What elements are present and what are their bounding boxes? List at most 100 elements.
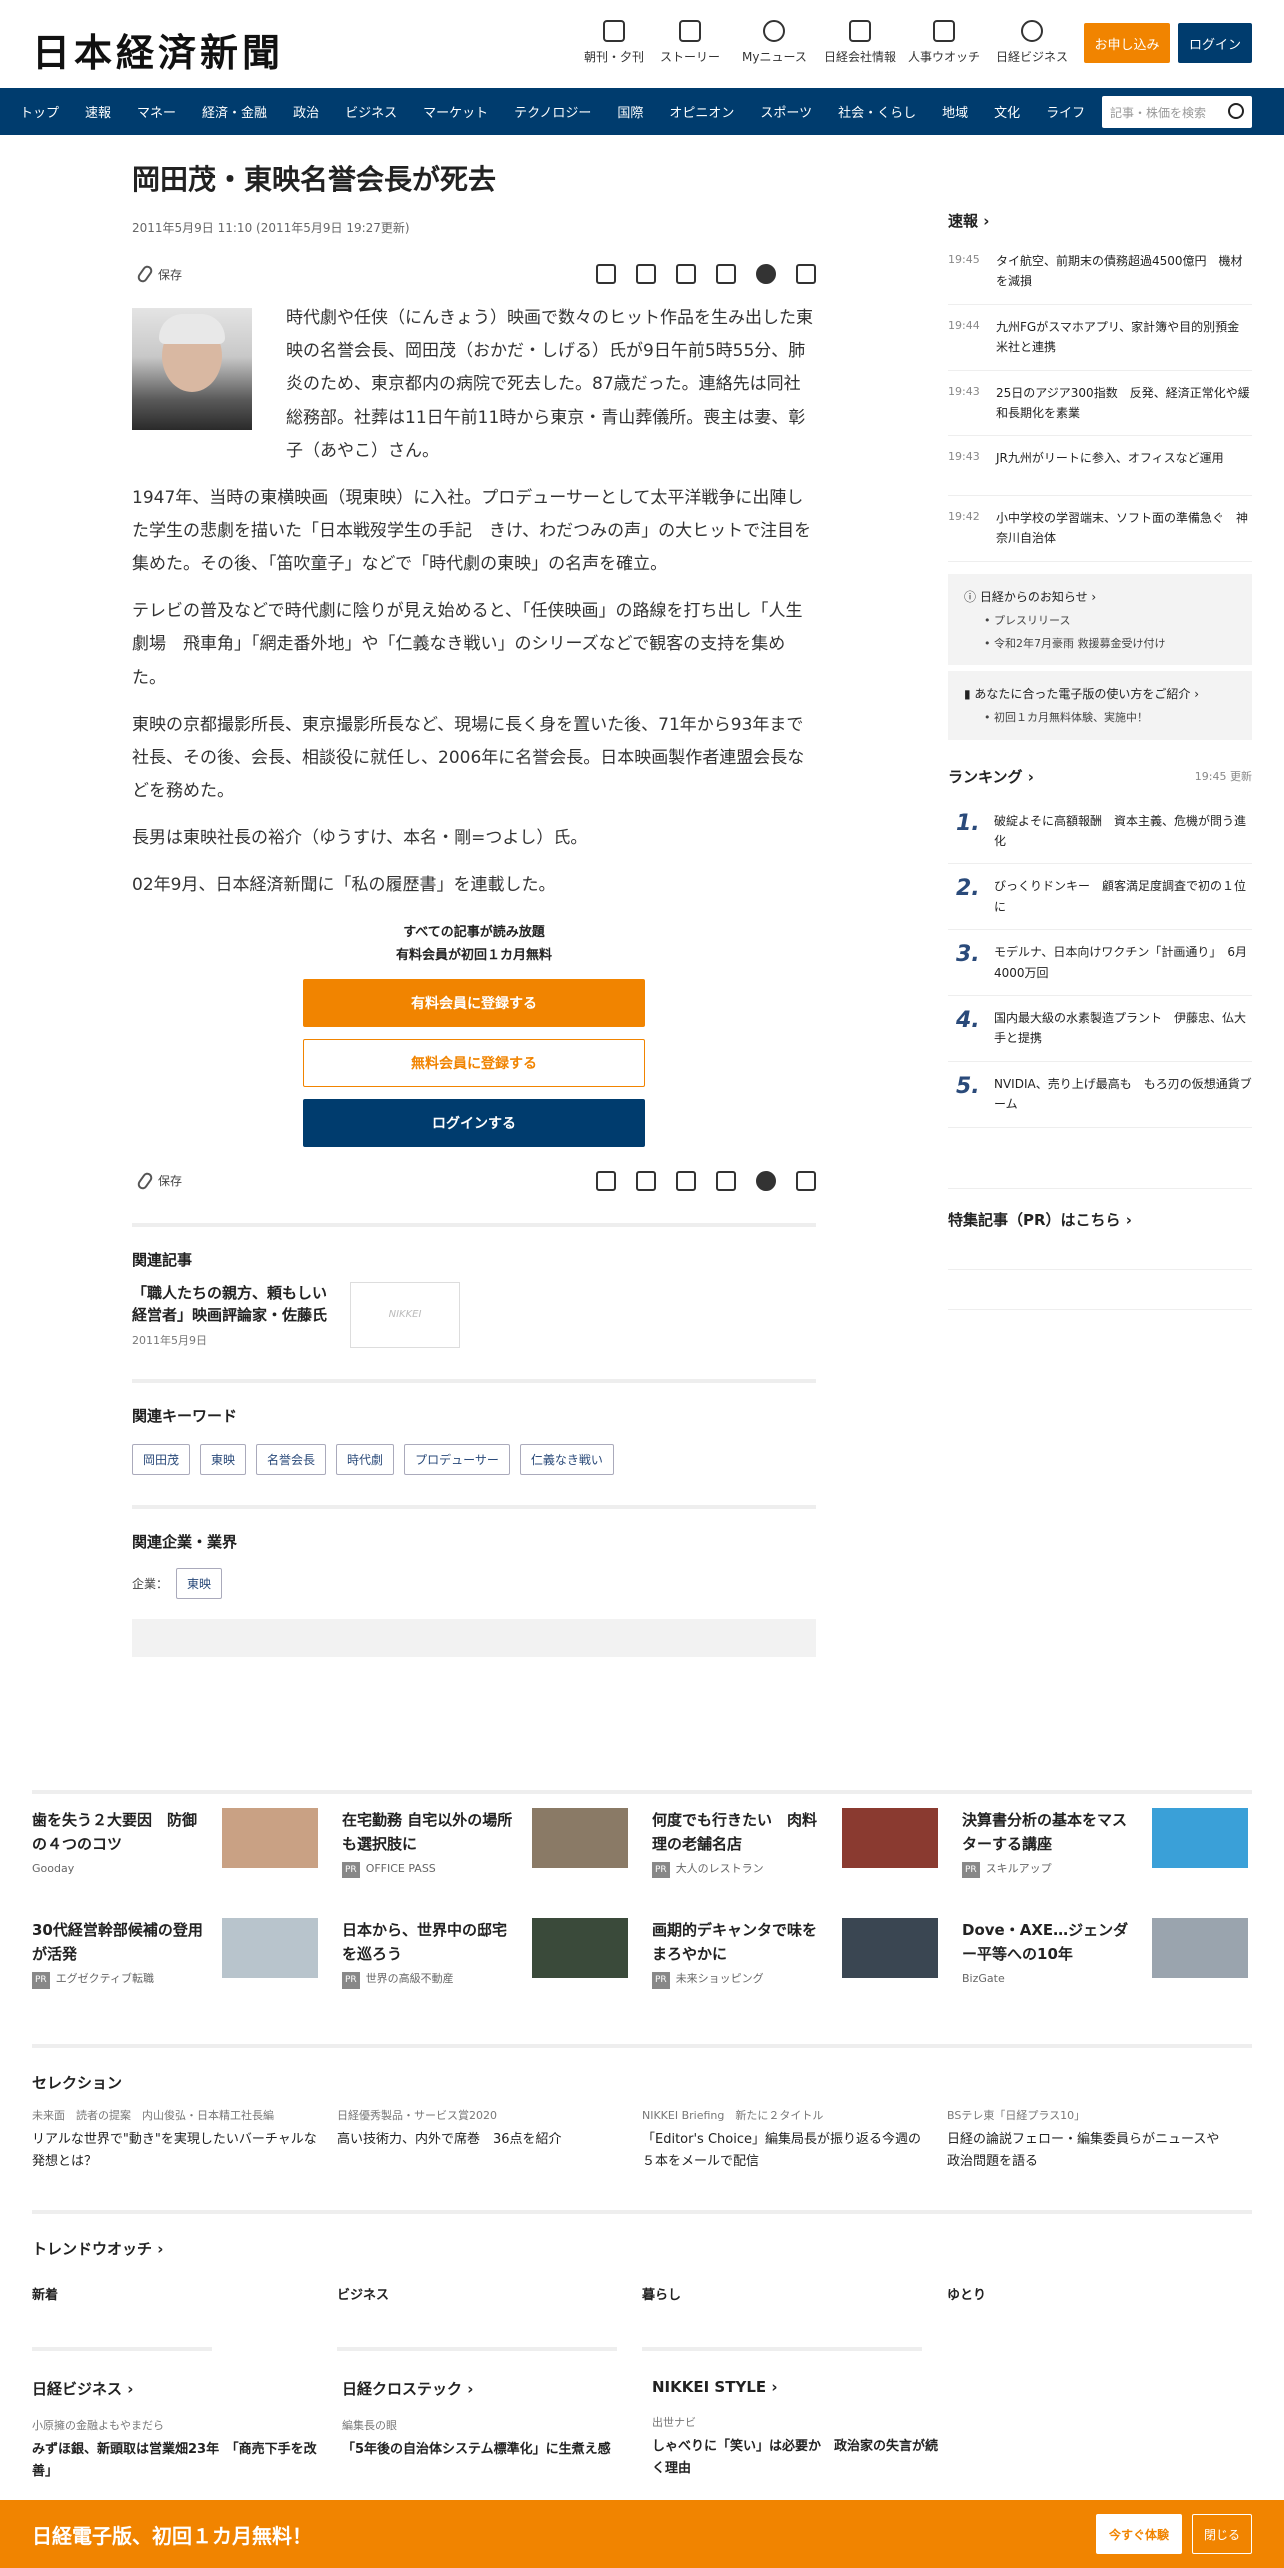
paragraph: 長男は東映社長の裕介（ゆうすけ、本名・剛=つよし）氏。 bbox=[132, 828, 588, 849]
save-button[interactable]: 保存 bbox=[135, 263, 182, 285]
print-icon[interactable] bbox=[596, 264, 616, 285]
related-article-link[interactable]: 「職人たちの親方、頼もしい経営者」映画評論家・佐藤氏 2011年5月9日 NIKK… bbox=[132, 1281, 816, 1350]
promo-card[interactable]: 画期的デキャンタで味をまろやかに PR 未来ショッピング bbox=[652, 1918, 962, 1989]
flash-news-item[interactable]: 19:43 JR九州がリートに参入、オフィスなど運用 bbox=[948, 448, 1252, 496]
promo-card[interactable]: 歯を失う２大要因 防御の４つのコツ Gooday bbox=[32, 1808, 342, 1878]
company-tag[interactable]: 東映 bbox=[176, 1568, 223, 1600]
mail-icon[interactable] bbox=[636, 1170, 656, 1191]
article-title: 岡田茂・東映名誉会長が死去 bbox=[132, 163, 497, 196]
promo-image bbox=[532, 1918, 628, 1979]
ranking-item[interactable]: 5. NVIDIA、売り上げ最高も もろ刃の仮想通貨ブーム bbox=[948, 1062, 1252, 1128]
flash-news-item[interactable]: 19:44 九州FGがスマホアプリ、家計簿や目的別預金 米社と連携 bbox=[948, 317, 1252, 371]
login-button[interactable]: ログイン bbox=[1178, 23, 1252, 63]
apply-button[interactable]: お申し込み bbox=[1084, 23, 1170, 63]
flash-news-item[interactable]: 19:45 タイ航空、前期末の債務超過4500億円 機材を減損 bbox=[948, 251, 1252, 305]
ranking-item[interactable]: 4. 国内最大級の水素製造プラント 伊藤忠、仏大手と提携 bbox=[948, 996, 1252, 1062]
keyword-tag[interactable]: 仁義なき戦い bbox=[519, 1444, 614, 1476]
keyword-tag[interactable]: プロデューサー bbox=[404, 1444, 510, 1476]
register-free-button[interactable]: 無料会員に登録する bbox=[303, 1038, 645, 1087]
gnav-item[interactable]: マネー bbox=[137, 102, 176, 121]
gnav-item[interactable]: トップ bbox=[20, 102, 59, 121]
share-icon[interactable] bbox=[796, 264, 816, 285]
mail-icon[interactable] bbox=[636, 264, 656, 285]
flash-news-item[interactable]: 19:42 小中学校の学習端末、ソフト面の準備急ぐ 神奈川自治体 bbox=[948, 508, 1252, 562]
header-nav-jinji[interactable]: 人事ウオッチ bbox=[908, 20, 980, 65]
ranking-heading[interactable]: ランキング bbox=[948, 766, 1034, 787]
gnav-item[interactable]: 国際 bbox=[617, 102, 643, 121]
twitter-icon[interactable] bbox=[716, 264, 736, 285]
paywall-login-button[interactable]: ログインする bbox=[303, 1098, 645, 1147]
paragraph: テレビの普及などで時代劇に陰りが見え始めると、「任侠映画」の路線を打ち出し「人生… bbox=[132, 601, 803, 688]
promo-card[interactable]: 在宅勤務 自宅以外の場所も選択肢に PR OFFICE PASS bbox=[342, 1808, 652, 1879]
keywords-heading: 関連キーワード bbox=[132, 1407, 238, 1426]
gnav-item[interactable]: マーケット bbox=[423, 102, 488, 121]
share-icon[interactable] bbox=[796, 1170, 816, 1191]
ranking-item[interactable]: 3. モデルナ、日本向けワクチン「計画通り」 6月4000万回 bbox=[948, 930, 1252, 997]
header-nav-mynews[interactable]: Myニュース bbox=[742, 20, 807, 65]
promo-card[interactable]: Dove・AXE…ジェンダー平等への10年 BizGate bbox=[962, 1918, 1272, 1988]
facebook-icon[interactable] bbox=[756, 264, 776, 285]
header-nav-paper[interactable]: 朝刊・夕刊 bbox=[584, 20, 644, 65]
notice-item[interactable]: • 令和2年7月豪雨 救援募金受け付け bbox=[984, 636, 1236, 651]
gnav-item[interactable]: 経済・金融 bbox=[202, 102, 267, 121]
promo-card[interactable]: 日本から、世界中の邸宅を巡ろう PR 世界の高級不動産 bbox=[342, 1918, 652, 1989]
notice-heading[interactable]: ⓘ 日経からのお知らせ › bbox=[964, 588, 1236, 605]
guide-heading[interactable]: ▮ あなたに合った電子版の使い方をご紹介 › bbox=[964, 685, 1236, 702]
gnav-item[interactable]: 政治 bbox=[293, 102, 319, 121]
promo-card[interactable]: 30代経営幹部候補の登用が活発 PR エグゼクティブ転職 bbox=[32, 1918, 342, 1989]
gnav-item[interactable]: 社会・くらし bbox=[838, 102, 916, 121]
gnav-item[interactable]: 速報 bbox=[85, 102, 111, 121]
keyword-tag[interactable]: 岡田茂 bbox=[132, 1444, 191, 1476]
media-item[interactable]: NIKKEI STYLE › 出世ナビ しゃべりに「笑い」は必要か 政治家の失言が続… bbox=[652, 2378, 962, 2483]
header-nav-company[interactable]: 日経会社情報 bbox=[824, 20, 896, 65]
promo-image bbox=[222, 1918, 318, 1979]
close-banner-button[interactable]: 閉じる bbox=[1192, 2514, 1252, 2554]
flash-news-list: 19:45 タイ航空、前期末の債務超過4500億円 機材を減損 19:44 九州FG… bbox=[948, 251, 1252, 562]
flash-news-heading[interactable]: 速報 bbox=[948, 210, 1252, 231]
special-pr-heading[interactable]: 特集記事（PR）はこちら bbox=[948, 1209, 1252, 1230]
nikkei-logo[interactable]: 日本経済新聞 bbox=[32, 22, 284, 77]
gnav-item[interactable]: テクノロジー bbox=[514, 102, 591, 121]
media-item[interactable]: 日経ビジネス › 小原擁の金融よもやまだら みずほ銀、新頭取は営業畑23年 「商売下… bbox=[32, 2378, 342, 2483]
selection-item[interactable]: BSテレ東「日経プラス10」 日経の論説フェロー・編集委員らがニュースや政治問題を… bbox=[947, 2107, 1252, 2173]
media-item[interactable]: 日経クロステック › 編集長の眼 「5年後の自治体システム標準化」に生煮え感 bbox=[342, 2378, 652, 2483]
gnav-item[interactable]: 地域 bbox=[942, 102, 968, 121]
scrap-icon[interactable] bbox=[676, 1170, 696, 1191]
selection-item[interactable]: 未来面 読者の提案 内山俊弘・日本精工社長編 リアルな世界で"動き"を実現したいバ… bbox=[32, 2107, 337, 2173]
flash-news-item[interactable]: 19:43 25日のアジア300指数 反発、経済正常化や緩和長期化を素業 bbox=[948, 383, 1252, 437]
gnav-item[interactable]: オピニオン bbox=[669, 102, 734, 121]
gnav-item[interactable]: ライフ bbox=[1046, 102, 1085, 121]
keyword-tag[interactable]: 東映 bbox=[200, 1444, 247, 1476]
save-button[interactable]: 保存 bbox=[135, 1170, 182, 1191]
ranking-item[interactable]: 2. びっくりドンキー 顧客満足度調査で初の１位に bbox=[948, 864, 1252, 931]
trend-tab[interactable]: ビジネス bbox=[337, 2279, 642, 2352]
promo-image bbox=[532, 1808, 628, 1868]
keyword-tag[interactable]: 時代劇 bbox=[336, 1444, 395, 1476]
keyword-tag[interactable]: 名誉会長 bbox=[256, 1444, 327, 1476]
gnav-item[interactable]: 文化 bbox=[994, 102, 1020, 121]
search-icon[interactable] bbox=[1228, 103, 1244, 119]
header-nav-story[interactable]: ストーリー bbox=[660, 20, 720, 65]
selection-item[interactable]: NIKKEI Briefing 新たに２タイトル 「Editor's Choice… bbox=[642, 2107, 947, 2173]
trend-tab[interactable]: 暮らし bbox=[642, 2279, 947, 2352]
register-paid-button[interactable]: 有料会員に登録する bbox=[303, 978, 645, 1027]
try-now-button[interactable]: 今すぐ体験 bbox=[1096, 2514, 1182, 2554]
notice-item[interactable]: • プレスリリース bbox=[984, 613, 1236, 628]
search-input[interactable]: 記事・株価を検索 bbox=[1102, 96, 1252, 128]
gnav-item[interactable]: スポーツ bbox=[760, 102, 812, 121]
trend-tab[interactable]: ゆとり bbox=[947, 2279, 1252, 2351]
promo-card[interactable]: 何度でも行きたい 肉料理の老舗名店 PR 大人のレストラン bbox=[652, 1808, 962, 1879]
trend-tab[interactable]: 新着 bbox=[32, 2279, 337, 2352]
header-nav-business[interactable]: 日経ビジネス bbox=[996, 20, 1068, 65]
selection-item[interactable]: 日経優秀製品・サービス賞2020 高い技術力、内外で席巻 36点を紹介 bbox=[337, 2107, 642, 2173]
document-icon bbox=[679, 20, 701, 42]
guide-item[interactable]: • 初回１カ月無料体験、実施中！ bbox=[984, 710, 1236, 725]
twitter-icon[interactable] bbox=[716, 1170, 736, 1191]
gnav-item[interactable]: ビジネス bbox=[345, 102, 397, 121]
scrap-icon[interactable] bbox=[676, 264, 696, 285]
facebook-icon[interactable] bbox=[756, 1170, 776, 1191]
promo-card[interactable]: 決算書分析の基本をマスターする講座 PR スキルアップ bbox=[962, 1808, 1272, 1879]
print-icon[interactable] bbox=[596, 1170, 616, 1191]
ranking-item[interactable]: 1. 破綻よそに高額報酬 資本主義、危機が問う進化 bbox=[948, 799, 1252, 865]
trend-heading[interactable]: トレンドウオッチ › bbox=[32, 2238, 1252, 2259]
